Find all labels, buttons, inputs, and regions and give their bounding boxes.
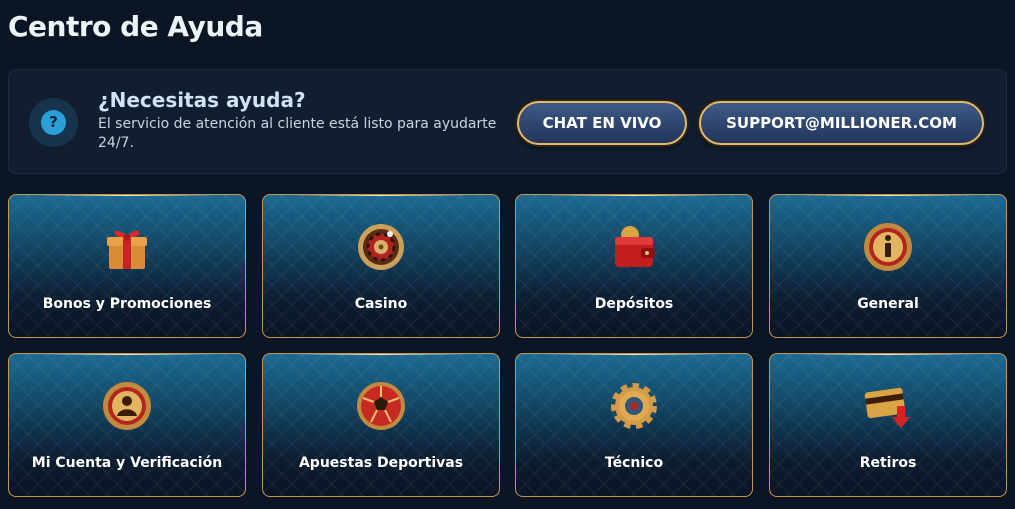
category-card-general[interactable]: General bbox=[769, 194, 1007, 338]
category-label: Técnico bbox=[604, 455, 664, 471]
wallet-icon bbox=[615, 226, 655, 267]
category-label: Casino bbox=[354, 296, 408, 312]
question-icon: ? bbox=[29, 98, 78, 147]
info-icon bbox=[864, 223, 912, 271]
help-banner: ? ¿Necesitas ayuda? El servicio de atenc… bbox=[8, 69, 1007, 174]
category-card-tecnico[interactable]: Técnico bbox=[515, 353, 753, 497]
soccer-ball-icon bbox=[357, 382, 405, 430]
gear-icon bbox=[611, 383, 657, 429]
category-card-retiros[interactable]: Retiros bbox=[769, 353, 1007, 497]
banner-text: El servicio de atención al cliente está … bbox=[98, 116, 497, 151]
category-label: Retiros bbox=[859, 455, 917, 471]
category-label: Mi Cuenta y Verificación bbox=[31, 455, 223, 471]
gift-icon bbox=[107, 230, 147, 269]
category-label: General bbox=[857, 296, 919, 312]
category-card-bonos[interactable]: Bonos y Promociones bbox=[8, 194, 246, 338]
category-card-casino[interactable]: Casino bbox=[262, 194, 500, 338]
category-card-mi-cuenta[interactable]: Mi Cuenta y Verificación bbox=[8, 353, 246, 497]
roulette-icon bbox=[358, 224, 404, 270]
page-title: Centro de Ayuda bbox=[8, 10, 263, 43]
banner-heading: ¿Necesitas ayuda? bbox=[98, 88, 306, 112]
live-chat-button[interactable]: CHAT EN VIVO bbox=[517, 101, 687, 145]
category-label: Depósitos bbox=[594, 296, 674, 312]
card-withdraw-icon bbox=[864, 387, 910, 428]
support-email-button[interactable]: SUPPORT@MILLIONER.COM bbox=[699, 101, 984, 145]
category-label: Bonos y Promociones bbox=[42, 296, 212, 312]
user-icon bbox=[103, 382, 151, 430]
help-center-page: Centro de Ayuda ? ¿Necesitas ayuda? El s… bbox=[0, 0, 1015, 509]
category-card-depositos[interactable]: Depósitos bbox=[515, 194, 753, 338]
category-card-apuestas-deportivas[interactable]: Apuestas Deportivas bbox=[262, 353, 500, 497]
category-label: Apuestas Deportivas bbox=[298, 455, 464, 471]
